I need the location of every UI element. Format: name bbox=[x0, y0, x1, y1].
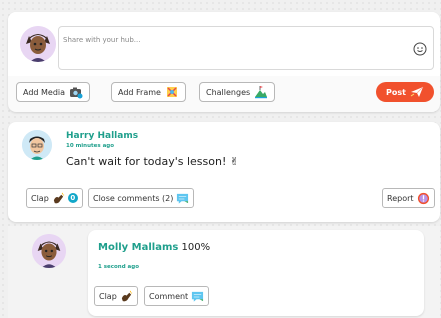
comment-timestamp: 1 second ago bbox=[98, 264, 139, 270]
camera-icon bbox=[70, 87, 83, 99]
speech-bubble-icon bbox=[192, 291, 204, 302]
avatar bbox=[22, 130, 52, 160]
composer-top bbox=[8, 12, 440, 76]
close-comments-button[interactable]: Close comments (2) bbox=[88, 188, 195, 208]
clap-count-badge: 0 bbox=[67, 193, 78, 203]
comment-clap-label: Clap bbox=[99, 291, 117, 301]
warning-icon bbox=[417, 192, 429, 204]
challenges-button[interactable]: Challenges bbox=[199, 82, 276, 102]
add-frame-label: Add Frame bbox=[118, 87, 161, 97]
comment-author[interactable]: Molly Mallams bbox=[98, 242, 178, 253]
post-button[interactable]: Post bbox=[376, 82, 434, 102]
comment-heading: Molly Mallams 100% bbox=[98, 242, 210, 253]
share-box[interactable] bbox=[58, 26, 434, 70]
clap-button[interactable]: Clap 0 bbox=[26, 188, 83, 208]
clap-label: Clap bbox=[31, 193, 49, 203]
clap-icon bbox=[121, 290, 133, 301]
post-label: Post bbox=[386, 87, 406, 97]
add-frame-button[interactable]: Add Frame bbox=[111, 82, 186, 102]
report-button[interactable]: Report bbox=[382, 188, 435, 208]
post-composer: Add Media Add Frame Challenges Post bbox=[8, 12, 440, 112]
comment-clap-button[interactable]: Clap bbox=[94, 286, 138, 306]
add-media-button[interactable]: Add Media bbox=[16, 82, 91, 102]
comment-text: 100% bbox=[181, 242, 211, 253]
avatar bbox=[32, 234, 66, 268]
report-label: Report bbox=[387, 193, 414, 203]
clap-icon bbox=[53, 192, 65, 203]
speech-bubble-icon bbox=[177, 193, 189, 204]
post-timestamp: 10 minutes ago bbox=[66, 143, 114, 149]
avatar bbox=[20, 26, 56, 62]
comment-button[interactable]: Comment bbox=[144, 286, 210, 306]
emoji-icon[interactable] bbox=[413, 42, 427, 56]
add-media-label: Add Media bbox=[23, 87, 66, 97]
paper-plane-icon bbox=[410, 86, 424, 97]
post-card: Harry Hallams 10 minutes ago Can't wait … bbox=[8, 122, 440, 222]
post-content: Can't wait for today's lesson! ✌ bbox=[66, 155, 240, 168]
challenges-label: Challenges bbox=[206, 87, 251, 97]
comment-label: Comment bbox=[149, 291, 189, 301]
mountain-flag-icon bbox=[255, 86, 268, 99]
frame-icon bbox=[166, 87, 177, 97]
share-input[interactable] bbox=[59, 33, 397, 47]
comment-card: Molly Mallams 100% 1 second ago Clap Com… bbox=[88, 230, 424, 316]
close-comments-label: Close comments (2) bbox=[93, 193, 174, 203]
post-author[interactable]: Harry Hallams bbox=[66, 131, 138, 141]
